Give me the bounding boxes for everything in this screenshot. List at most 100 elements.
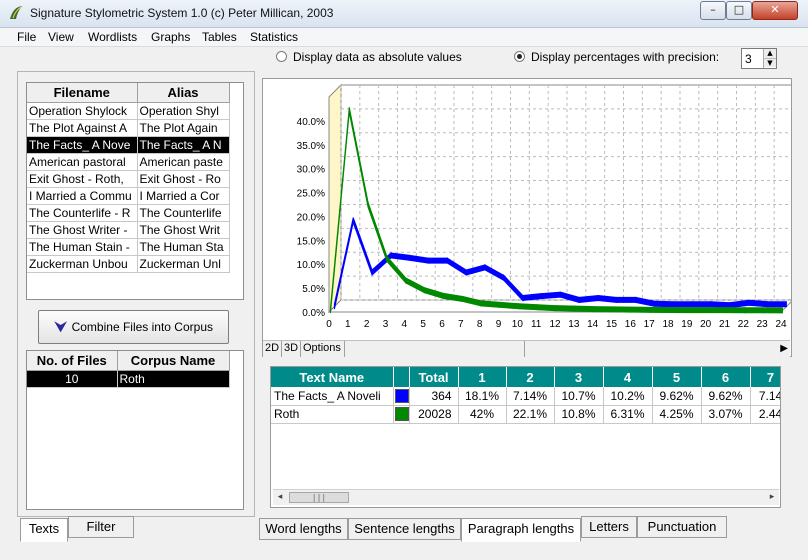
percentages-radio[interactable]	[514, 51, 525, 62]
chart-series-segment	[763, 307, 783, 314]
chart-2d-button[interactable]: 2D	[263, 341, 282, 357]
file-row[interactable]: The Plot Against A The Plot Again	[27, 119, 230, 137]
paragraph-lengths-chart: 0.0%5.0%10.0%15.0%20.0%25.0%30.0%35.0%40…	[297, 83, 795, 330]
file-alias[interactable]: I Married a Cor	[137, 187, 230, 205]
menu-wordlists[interactable]: Wordlists	[88, 30, 137, 44]
length-4-header[interactable]: 4	[603, 367, 653, 387]
file-name[interactable]: The Plot Against A	[27, 119, 138, 137]
window-title: Signature Stylometric System 1.0 (c) Pet…	[30, 6, 334, 20]
scroll-right-icon[interactable]: ▸	[765, 490, 779, 505]
file-alias[interactable]: Exit Ghost - Ro	[137, 170, 230, 188]
combine-files-button[interactable]: ⮟ Combine Files into Corpus	[38, 310, 229, 344]
menu-bar: File View Wordlists Graphs Tables Statis…	[0, 28, 808, 47]
length-3-header[interactable]: 3	[554, 367, 604, 387]
corpus-name[interactable]: Roth	[117, 370, 230, 388]
absolute-values-radio[interactable]	[276, 51, 287, 62]
percentages-option[interactable]: Display percentages with precision:	[514, 50, 719, 64]
corpus-row[interactable]: 10 Roth	[27, 370, 230, 388]
file-alias[interactable]: American paste	[137, 153, 230, 171]
table-horizontal-scrollbar[interactable]: ◂ ||| ▸	[273, 489, 779, 505]
text-name-header[interactable]: Text Name	[271, 367, 394, 387]
chart-scroll-right-icon[interactable]: ▶	[780, 341, 788, 356]
spin-up-icon[interactable]: ▲	[764, 49, 776, 58]
corpus-file-count[interactable]: 10	[27, 370, 118, 388]
file-row[interactable]: The Counterlife - R The Counterlife	[27, 204, 230, 222]
file-name[interactable]: Exit Ghost - Roth,	[27, 170, 138, 188]
tab-sentence-lengths[interactable]: Sentence lengths	[348, 518, 461, 540]
file-row[interactable]: Zuckerman Unbou Zuckerman Unl	[27, 255, 230, 273]
file-row[interactable]: Exit Ghost - Roth, Exit Ghost - Ro	[27, 170, 230, 188]
chart-y-tick-label: 5.0%	[302, 284, 325, 295]
maximize-button[interactable]: □	[726, 1, 752, 20]
chart-y-tick-label: 15.0%	[297, 236, 325, 247]
chart-series-segment	[725, 307, 746, 314]
length-1-header[interactable]: 1	[458, 367, 507, 387]
cell-value: 42%	[458, 405, 507, 424]
text-name[interactable]: Roth	[271, 405, 394, 424]
chart-3d-button[interactable]: 3D	[282, 341, 301, 357]
file-row[interactable]: American pastoral American paste	[27, 153, 230, 171]
scroll-thumb[interactable]: |||	[289, 492, 349, 503]
file-row[interactable]: The Ghost Writer - The Ghost Writ	[27, 221, 230, 239]
corpus-name-header[interactable]: Corpus Name	[117, 351, 230, 371]
file-name[interactable]: The Counterlife - R	[27, 204, 138, 222]
menu-statistics[interactable]: Statistics	[250, 30, 298, 44]
menu-file[interactable]: File	[17, 30, 36, 44]
file-alias[interactable]: The Plot Again	[137, 119, 230, 137]
tab-letters[interactable]: Letters	[581, 516, 637, 538]
chart-series-segment	[654, 300, 674, 308]
cell-value: 10.7%	[554, 387, 604, 406]
file-row[interactable]: The Human Stain - The Human Sta	[27, 238, 230, 256]
chart-options-button[interactable]: Options	[301, 341, 345, 357]
length-6-header[interactable]: 6	[701, 367, 751, 387]
file-alias[interactable]: The Counterlife	[137, 204, 230, 222]
menu-view[interactable]: View	[48, 30, 74, 44]
file-name[interactable]: The Human Stain -	[27, 238, 138, 256]
length-5-header[interactable]: 5	[652, 367, 702, 387]
file-alias[interactable]: Operation Shyl	[137, 102, 230, 120]
file-name[interactable]: I Married a Commu	[27, 187, 138, 205]
files-grid[interactable]: Filename Alias Operation Shylock Operatio…	[26, 82, 244, 300]
file-row[interactable]: Operation Shylock Operation Shyl	[27, 102, 230, 120]
file-alias[interactable]: Zuckerman Unl	[137, 255, 230, 273]
file-row[interactable]: I Married a Commu I Married a Cor	[27, 187, 230, 205]
tab-punctuation[interactable]: Punctuation	[637, 516, 727, 538]
table-row[interactable]: The Facts_ A Noveli 364 18.1% 7.14% 10.7…	[271, 387, 780, 406]
filename-header[interactable]: Filename	[27, 83, 138, 103]
tab-word-lengths[interactable]: Word lengths	[259, 518, 348, 540]
minimize-button[interactable]: –	[700, 1, 726, 20]
alias-header[interactable]: Alias	[137, 83, 230, 103]
absolute-values-option[interactable]: Display data as absolute values	[276, 50, 462, 64]
precision-stepper[interactable]: 3 ▲ ▼	[741, 48, 777, 69]
file-alias[interactable]: The Ghost Writ	[137, 221, 230, 239]
table-row[interactable]: Roth 20028 42% 22.1% 10.8% 6.31% 4.25% 3…	[271, 405, 780, 424]
file-name[interactable]: American pastoral	[27, 153, 138, 171]
file-name[interactable]: The Ghost Writer -	[27, 221, 138, 239]
tab-paragraph-lengths[interactable]: Paragraph lengths	[461, 518, 581, 542]
tab-filter[interactable]: Filter	[68, 516, 134, 538]
corpus-grid[interactable]: No. of Files Corpus Name 10 Roth	[26, 350, 244, 510]
total-value: 364	[409, 387, 459, 406]
file-row-selected[interactable]: The Facts_ A Nove The Facts_ A N	[27, 136, 230, 154]
length-2-header[interactable]: 2	[506, 367, 555, 387]
total-header[interactable]: Total	[409, 367, 459, 387]
file-name[interactable]: The Facts_ A Nove	[27, 136, 138, 154]
length-7-header[interactable]: 7	[750, 367, 780, 387]
file-alias[interactable]: The Human Sta	[137, 238, 230, 256]
chart-x-tick-label: 13	[568, 319, 580, 330]
no-of-files-header[interactable]: No. of Files	[27, 351, 118, 371]
file-name[interactable]: Operation Shylock	[27, 102, 138, 120]
precision-value[interactable]: 3	[745, 52, 752, 66]
spin-down-icon[interactable]: ▼	[764, 58, 776, 67]
file-name[interactable]: Zuckerman Unbou	[27, 255, 138, 273]
scroll-left-icon[interactable]: ◂	[273, 490, 287, 505]
text-name[interactable]: The Facts_ A Noveli	[271, 387, 394, 406]
chart-series-segment	[537, 304, 557, 312]
menu-graphs[interactable]: Graphs	[151, 30, 190, 44]
close-button[interactable]: ✕	[752, 1, 798, 20]
tab-texts[interactable]: Texts	[20, 518, 68, 542]
chart-y-tick-label: 35.0%	[297, 141, 325, 152]
series-color	[393, 405, 410, 424]
menu-tables[interactable]: Tables	[202, 30, 237, 44]
file-alias[interactable]: The Facts_ A N	[137, 136, 230, 154]
